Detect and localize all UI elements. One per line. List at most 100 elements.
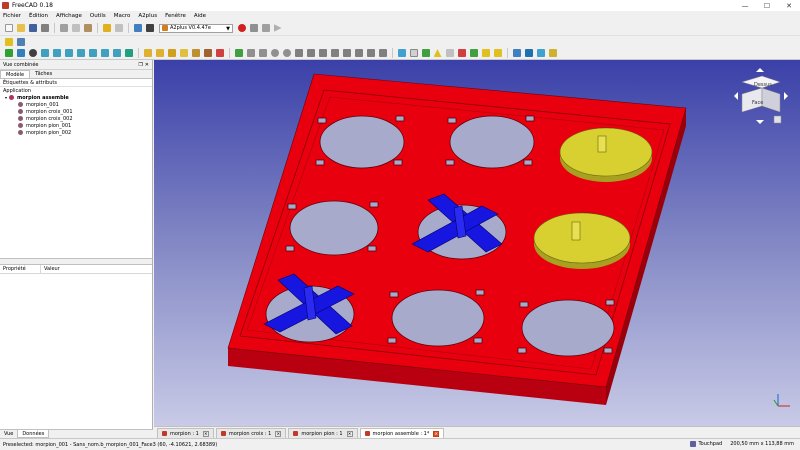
value-column[interactable]: Valeur <box>41 265 60 273</box>
close-tab-icon[interactable]: ✕ <box>346 430 353 437</box>
save-icon[interactable] <box>27 23 38 34</box>
3d-viewport[interactable]: Dessus Face <box>154 60 800 426</box>
menu-aide[interactable]: Aide <box>194 13 206 19</box>
flip-constraint-icon[interactable] <box>420 48 431 59</box>
move-part-icon[interactable] <box>166 48 177 59</box>
menu-affichage[interactable]: Affichage <box>56 13 82 19</box>
angled-planes-icon[interactable] <box>365 48 376 59</box>
navigation-cube[interactable]: Dessus Face <box>734 68 788 124</box>
record-macro-icon[interactable] <box>236 23 247 34</box>
undo-icon[interactable] <box>101 23 112 34</box>
tree-item-part[interactable]: morpion croix_001 <box>0 108 152 115</box>
close-tab-icon[interactable]: ✕ <box>275 430 282 437</box>
cd-icon[interactable] <box>523 48 534 59</box>
menu-fenetre[interactable]: Fenêtre <box>165 13 186 19</box>
view-right-icon[interactable] <box>75 48 86 59</box>
print-icon[interactable] <box>39 23 50 34</box>
sphere-constraint-icon[interactable] <box>269 48 280 59</box>
menu-fichier[interactable]: Fichier <box>3 13 21 19</box>
plane-coincident-icon[interactable] <box>353 48 364 59</box>
open-file-icon[interactable] <box>15 23 26 34</box>
shape-icon[interactable] <box>535 48 546 59</box>
macros-icon[interactable] <box>260 23 271 34</box>
fit-all-icon[interactable] <box>3 48 14 59</box>
point-on-plane-icon[interactable] <box>257 48 268 59</box>
tab-donnees[interactable]: Données <box>17 430 50 438</box>
menu-edition[interactable]: Édition <box>29 13 48 19</box>
point-on-line-icon[interactable] <box>245 48 256 59</box>
tab-taches[interactable]: Tâches <box>30 70 57 78</box>
convert-part-icon[interactable] <box>202 48 213 59</box>
float-icon[interactable]: ❐ <box>138 62 142 68</box>
close-button[interactable]: ✕ <box>778 0 800 11</box>
copy-icon[interactable] <box>70 23 81 34</box>
axis-plane-normal-icon[interactable] <box>329 48 340 59</box>
menu-macro[interactable]: Macro <box>114 13 131 19</box>
update-part-icon[interactable] <box>154 48 165 59</box>
point-identity-icon[interactable] <box>233 48 244 59</box>
whats-this-icon[interactable] <box>144 23 155 34</box>
view-left-icon[interactable] <box>111 48 122 59</box>
view-top-icon[interactable] <box>63 48 74 59</box>
measure-icon[interactable] <box>123 48 134 59</box>
toggle-transparency-icon[interactable] <box>444 48 455 59</box>
tab-modele[interactable]: Modèle <box>0 70 31 78</box>
close-tab-icon[interactable]: ✕ <box>202 430 209 437</box>
doc-tab-morpion-croix[interactable]: morpion croix : 1 ✕ <box>215 428 287 438</box>
cut-icon[interactable] <box>58 23 69 34</box>
3d-scene[interactable]: Dessus Face <box>154 60 800 426</box>
add-part-icon[interactable] <box>142 48 153 59</box>
maximize-button[interactable]: ☐ <box>756 0 778 11</box>
close-panel-icon[interactable]: ✕ <box>145 62 149 68</box>
warning-icon[interactable] <box>432 48 443 59</box>
label-icon[interactable] <box>492 48 503 59</box>
axis-plane-parallel-icon[interactable] <box>317 48 328 59</box>
redo-icon[interactable] <box>113 23 124 34</box>
collapse-icon[interactable]: ▾ <box>5 95 7 100</box>
auto-solve-icon[interactable] <box>408 48 419 59</box>
show-connected-icon[interactable] <box>456 48 467 59</box>
doc-tab-morpion-assemble[interactable]: morpion assemble : 1* ✕ <box>359 428 445 438</box>
draw-style-icon[interactable] <box>27 48 38 59</box>
isolate-icon[interactable] <box>468 48 479 59</box>
new-file-icon[interactable] <box>3 23 14 34</box>
workbench-selector[interactable]: A2plus V0.4.47e ▼ <box>159 23 233 33</box>
close-tab-icon[interactable]: ✕ <box>433 430 440 437</box>
tree-item-part[interactable]: morpion_001 <box>0 101 152 108</box>
transform-icon[interactable] <box>547 48 558 59</box>
property-column[interactable]: Propriété <box>0 265 41 273</box>
view-bottom-icon[interactable] <box>99 48 110 59</box>
partslist-icon[interactable] <box>480 48 491 59</box>
plane-parallel-icon[interactable] <box>341 48 352 59</box>
tree-item-part[interactable]: morpion croix_002 <box>0 115 152 122</box>
minimize-button[interactable]: — <box>734 0 756 11</box>
menu-a2plus[interactable]: A2plus <box>138 13 157 19</box>
axis-coincident-icon[interactable] <box>293 48 304 59</box>
pawn-piece[interactable] <box>533 212 631 269</box>
refresh-icon[interactable] <box>132 23 143 34</box>
folder-icon[interactable] <box>15 36 26 47</box>
axis-parallel-icon[interactable] <box>305 48 316 59</box>
hierarchy-icon[interactable] <box>511 48 522 59</box>
tab-vue[interactable]: Vue <box>0 430 17 438</box>
doc-tab-morpion-pion[interactable]: morpion pion : 1 ✕ <box>288 428 358 438</box>
doc-tab-morpion[interactable]: morpion : 1 ✕ <box>157 428 214 438</box>
paste-icon[interactable] <box>82 23 93 34</box>
solve-icon[interactable] <box>396 48 407 59</box>
view-front-icon[interactable] <box>51 48 62 59</box>
run-macro-icon[interactable] <box>272 23 283 34</box>
menu-outils[interactable]: Outils <box>90 13 106 19</box>
circular-edge-icon[interactable] <box>281 48 292 59</box>
tree-item-part[interactable]: morpion pion_002 <box>0 129 152 136</box>
fit-selection-icon[interactable] <box>15 48 26 59</box>
stop-macro-icon[interactable] <box>248 23 259 34</box>
delete-part-icon[interactable] <box>214 48 225 59</box>
pawn-piece[interactable] <box>559 127 653 182</box>
view-rear-icon[interactable] <box>87 48 98 59</box>
tree-item-part[interactable]: morpion pion_001 <box>0 122 152 129</box>
tree-item-assembly[interactable]: ▾ morpion assemble <box>0 94 152 101</box>
a2plus-part-icon[interactable] <box>3 36 14 47</box>
duplicate-part-icon[interactable] <box>178 48 189 59</box>
navigation-style[interactable]: Touchpad <box>690 441 722 447</box>
center-of-mass-icon[interactable] <box>377 48 388 59</box>
